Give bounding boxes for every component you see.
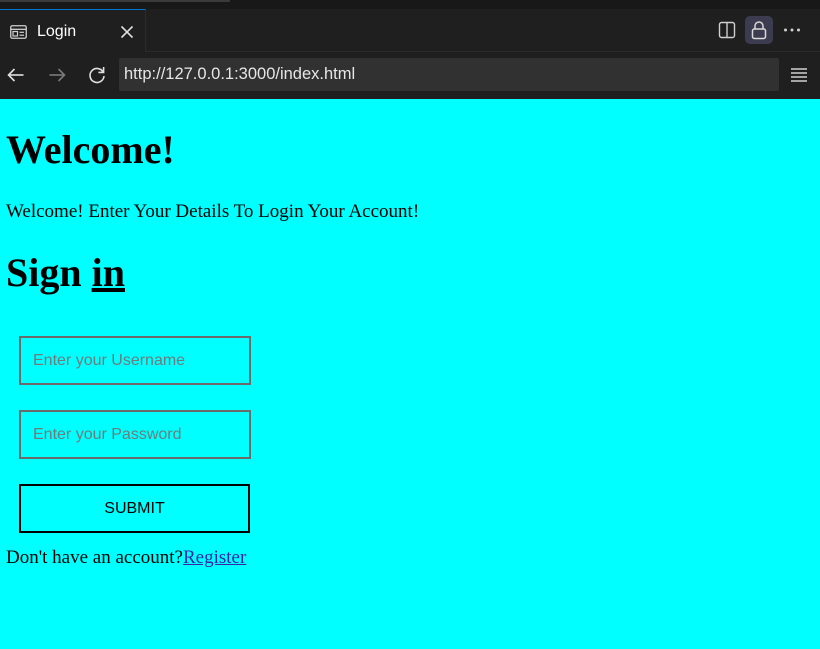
lock-icon: [751, 21, 767, 40]
page-layout-icon: [10, 25, 27, 39]
page-viewport: Welcome! Welcome! Enter Your Details To …: [0, 99, 820, 649]
signin-heading: Sign in: [6, 250, 125, 296]
hamburger-menu-icon[interactable]: [789, 65, 809, 85]
tab-title: Login: [37, 23, 77, 40]
more-icon[interactable]: [782, 21, 802, 39]
signin-heading-underlined: in: [91, 250, 125, 295]
tab-login[interactable]: Login: [0, 9, 146, 52]
back-arrow-icon[interactable]: [5, 64, 27, 86]
window-top-strip: [0, 0, 820, 9]
username-input[interactable]: [19, 336, 251, 385]
register-prompt-text: Don't have an account?: [6, 547, 183, 568]
tab-actions: [700, 9, 820, 52]
intro-text: Welcome! Enter Your Details To Login You…: [6, 201, 420, 222]
forward-arrow-icon[interactable]: [46, 64, 68, 86]
signin-heading-text: Sign: [6, 250, 92, 295]
submit-button[interactable]: SUBMIT: [19, 484, 250, 533]
address-bar[interactable]: http://127.0.0.1:3000/index.html: [119, 58, 779, 91]
split-view-icon[interactable]: [718, 21, 736, 39]
navigation-bar: http://127.0.0.1:3000/index.html: [0, 53, 820, 99]
password-input[interactable]: [19, 410, 251, 459]
reload-icon[interactable]: [86, 64, 108, 86]
close-icon[interactable]: [118, 23, 136, 41]
register-link[interactable]: Register: [183, 547, 246, 568]
lock-button[interactable]: [745, 16, 773, 44]
tab-bar: Login: [0, 9, 820, 52]
welcome-heading: Welcome!: [6, 127, 175, 172]
address-url: http://127.0.0.1:3000/index.html: [124, 65, 356, 83]
top-sliver: [0, 0, 230, 2]
register-prompt: Don't have an account?Register: [6, 546, 246, 570]
